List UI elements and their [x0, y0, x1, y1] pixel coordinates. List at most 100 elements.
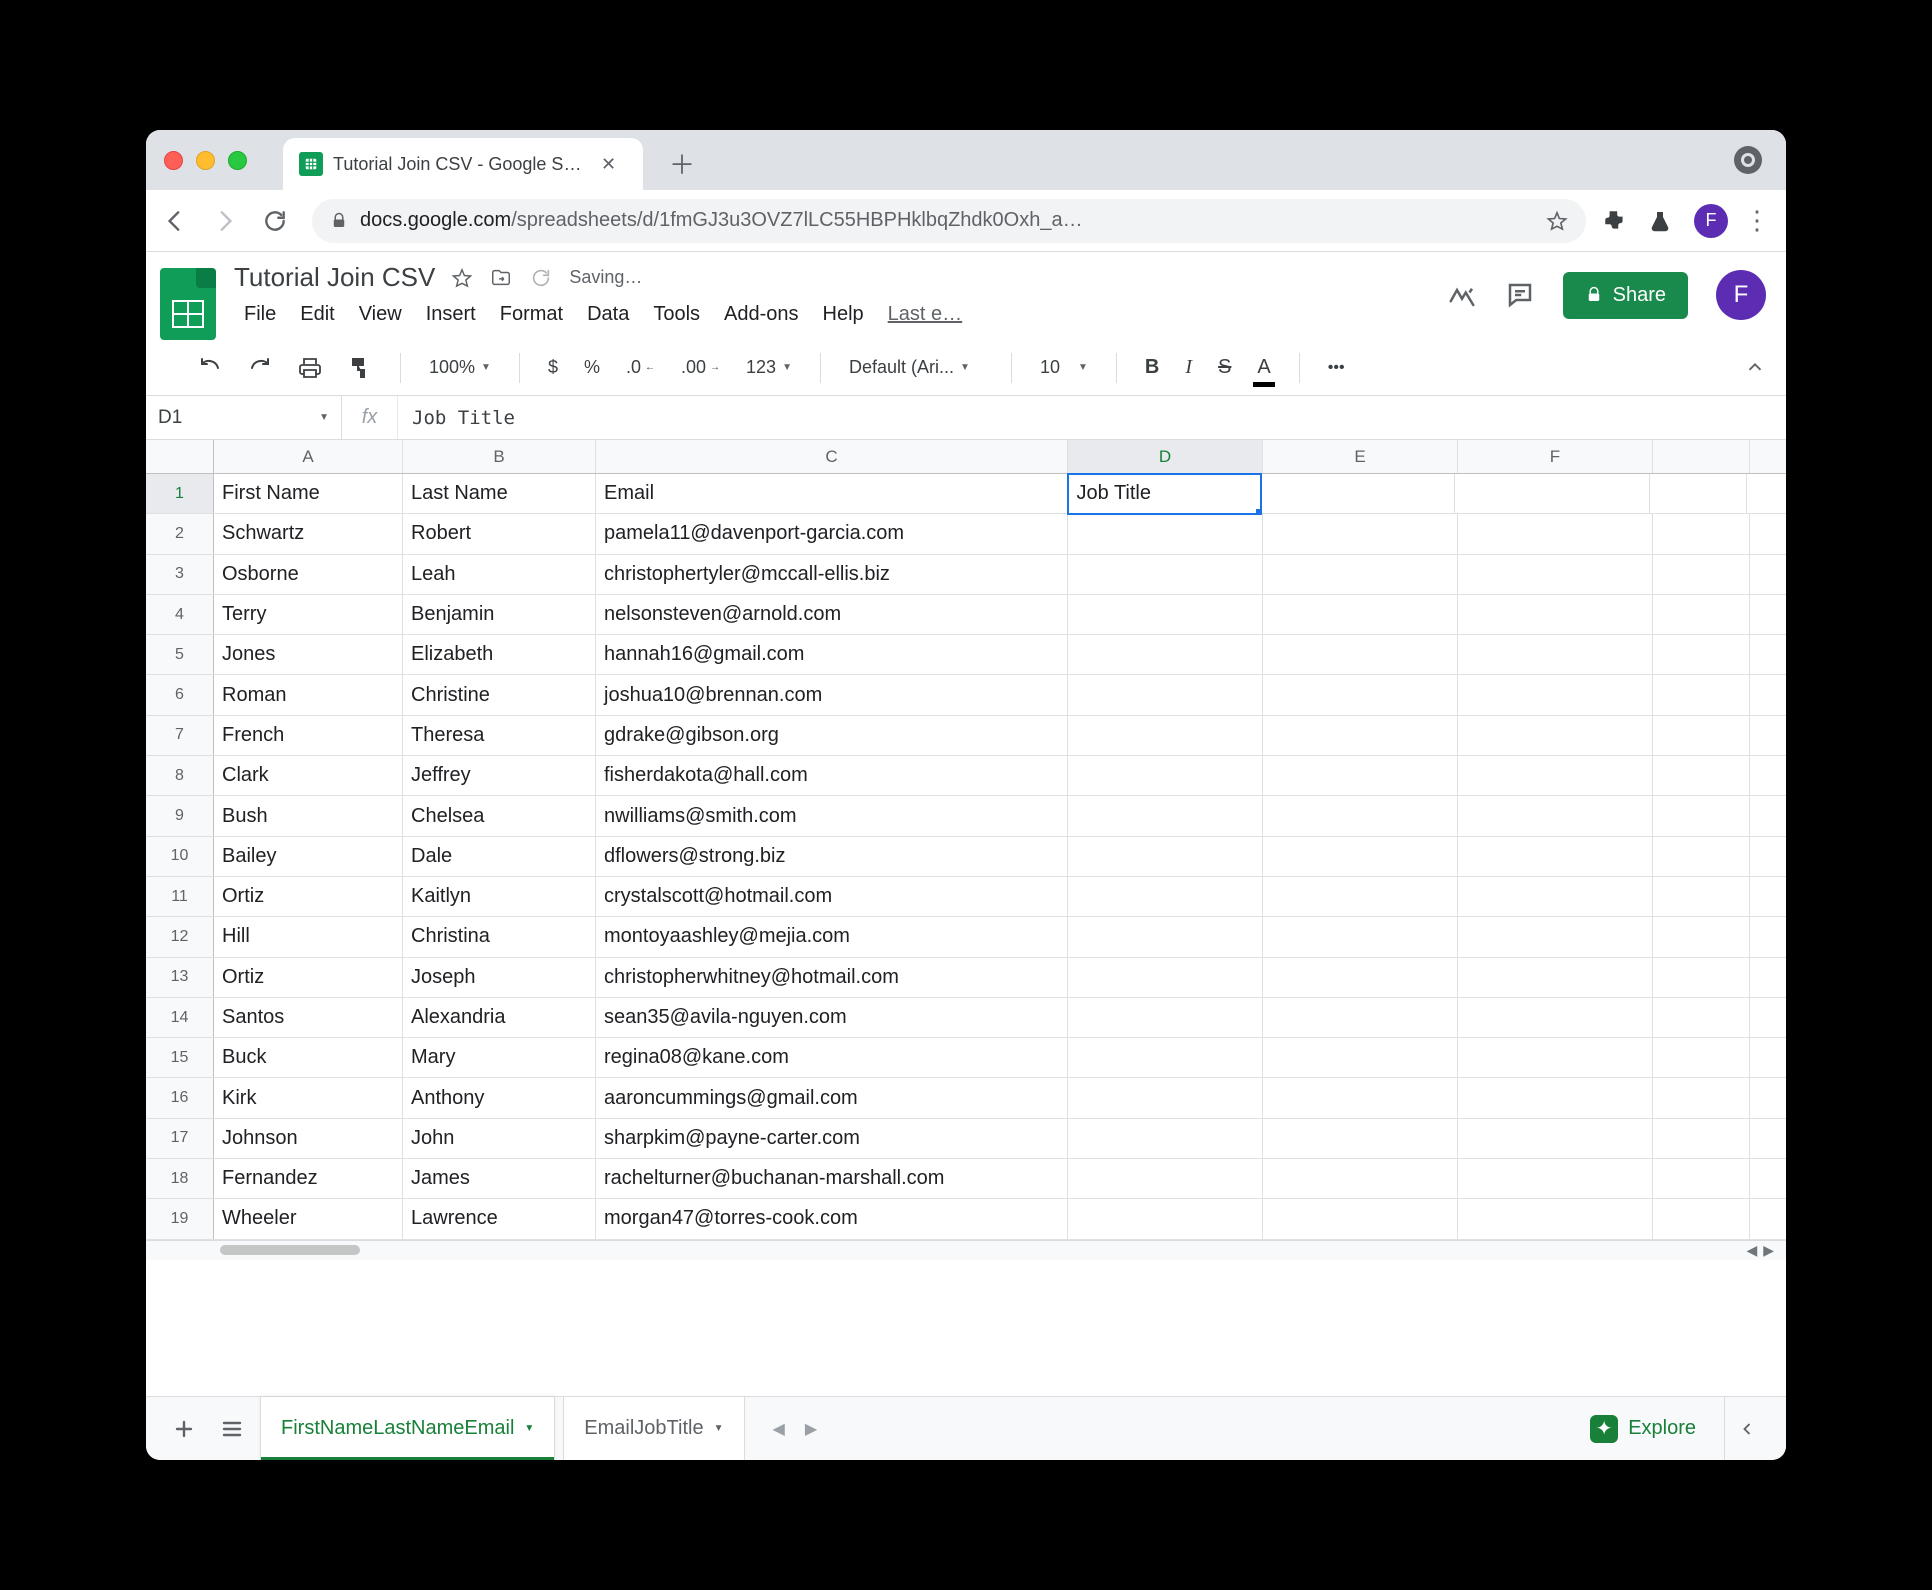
cell-B15[interactable]: Mary — [403, 1038, 596, 1077]
menu-view[interactable]: View — [349, 297, 412, 332]
cell-F17[interactable] — [1458, 1119, 1653, 1158]
format-currency-button[interactable]: $ — [540, 351, 566, 384]
chrome-menu-button[interactable]: ⋮ — [1744, 205, 1770, 236]
row-header[interactable]: 16 — [146, 1078, 214, 1117]
redo-button[interactable] — [240, 350, 280, 386]
cell-D10[interactable] — [1068, 837, 1263, 876]
cell-B1[interactable]: Last Name — [403, 474, 596, 513]
cell-B8[interactable]: Jeffrey — [403, 756, 596, 795]
cell-extra[interactable] — [1653, 514, 1750, 553]
col-header-E[interactable]: E — [1263, 440, 1458, 473]
cell-E15[interactable] — [1263, 1038, 1458, 1077]
cell-F10[interactable] — [1458, 837, 1653, 876]
labs-icon[interactable] — [1648, 209, 1678, 233]
font-family-select[interactable]: Default (Ari...▼ — [841, 351, 991, 384]
cell-F9[interactable] — [1458, 796, 1653, 835]
cell-E8[interactable] — [1263, 756, 1458, 795]
sheet-nav-left-icon[interactable]: ◀ — [773, 1419, 785, 1439]
cell-E5[interactable] — [1263, 635, 1458, 674]
cell-F11[interactable] — [1458, 877, 1653, 916]
back-button[interactable] — [162, 208, 196, 234]
cell-D14[interactable] — [1068, 998, 1263, 1037]
cell-extra[interactable] — [1653, 1119, 1750, 1158]
cell-E9[interactable] — [1263, 796, 1458, 835]
cell-D16[interactable] — [1068, 1078, 1263, 1117]
row-header[interactable]: 17 — [146, 1119, 214, 1158]
row-header[interactable]: 19 — [146, 1199, 214, 1238]
col-header-A[interactable]: A — [214, 440, 403, 473]
hscroll-left-icon[interactable]: ◀ — [1746, 1242, 1757, 1259]
cell-C1[interactable]: Email — [596, 474, 1068, 513]
cell-D7[interactable] — [1068, 716, 1263, 755]
cell-extra[interactable] — [1650, 474, 1747, 513]
new-tab-button[interactable]: ＋ — [663, 144, 701, 182]
italic-button[interactable]: I — [1177, 350, 1200, 385]
row-header[interactable]: 2 — [146, 514, 214, 553]
cell-extra[interactable] — [1653, 595, 1750, 634]
collapse-toolbar-button[interactable] — [1744, 357, 1766, 379]
cell-F14[interactable] — [1458, 998, 1653, 1037]
row-header[interactable]: 14 — [146, 998, 214, 1037]
col-header-B[interactable]: B — [403, 440, 596, 473]
cell-B9[interactable]: Chelsea — [403, 796, 596, 835]
sheet-nav-right-icon[interactable]: ▶ — [805, 1419, 817, 1439]
profile-indicator-icon[interactable] — [1734, 146, 1762, 174]
increase-decimal-button[interactable]: .00→ — [673, 351, 728, 384]
cell-E11[interactable] — [1263, 877, 1458, 916]
reload-button[interactable] — [262, 208, 296, 234]
share-button[interactable]: Share — [1563, 272, 1688, 319]
cell-C10[interactable]: dflowers@strong.biz — [596, 837, 1068, 876]
cell-A11[interactable]: Ortiz — [214, 877, 403, 916]
cell-C3[interactable]: christophertyler@mccall-ellis.biz — [596, 555, 1068, 594]
cell-E12[interactable] — [1263, 917, 1458, 956]
cell-C2[interactable]: pamela11@davenport-garcia.com — [596, 514, 1068, 553]
cell-E14[interactable] — [1263, 998, 1458, 1037]
cell-F7[interactable] — [1458, 716, 1653, 755]
browser-tab[interactable]: Tutorial Join CSV - Google She ✕ — [283, 138, 643, 190]
cell-C8[interactable]: fisherdakota@hall.com — [596, 756, 1068, 795]
row-header[interactable]: 13 — [146, 958, 214, 997]
cell-C7[interactable]: gdrake@gibson.org — [596, 716, 1068, 755]
cell-F13[interactable] — [1458, 958, 1653, 997]
cell-extra[interactable] — [1653, 1199, 1750, 1238]
row-header[interactable]: 18 — [146, 1159, 214, 1198]
cell-F19[interactable] — [1458, 1199, 1653, 1238]
cell-extra[interactable] — [1653, 1159, 1750, 1198]
cell-extra[interactable] — [1653, 998, 1750, 1037]
cell-B3[interactable]: Leah — [403, 555, 596, 594]
cell-D11[interactable] — [1068, 877, 1263, 916]
cell-F4[interactable] — [1458, 595, 1653, 634]
undo-button[interactable] — [190, 350, 230, 386]
browser-avatar[interactable]: F — [1694, 204, 1728, 238]
cell-D9[interactable] — [1068, 796, 1263, 835]
cell-F12[interactable] — [1458, 917, 1653, 956]
cell-E7[interactable] — [1263, 716, 1458, 755]
menu-addons[interactable]: Add-ons — [714, 297, 809, 332]
cell-D5[interactable] — [1068, 635, 1263, 674]
paint-format-button[interactable] — [340, 350, 380, 386]
row-header[interactable]: 8 — [146, 756, 214, 795]
cell-A3[interactable]: Osborne — [214, 555, 403, 594]
bookmark-star-icon[interactable] — [1546, 210, 1568, 232]
select-all-corner[interactable] — [146, 440, 214, 473]
sheet-tab-other[interactable]: EmailJobTitle▼ — [563, 1397, 744, 1460]
cell-extra[interactable] — [1653, 675, 1750, 714]
zoom-select[interactable]: 100%▼ — [421, 351, 499, 384]
cell-D13[interactable] — [1068, 958, 1263, 997]
account-avatar[interactable]: F — [1716, 270, 1766, 320]
add-sheet-button[interactable] — [164, 1409, 204, 1449]
cell-E2[interactable] — [1263, 514, 1458, 553]
cell-A18[interactable]: Fernandez — [214, 1159, 403, 1198]
cell-E13[interactable] — [1263, 958, 1458, 997]
cell-C4[interactable]: nelsonsteven@arnold.com — [596, 595, 1068, 634]
cell-D17[interactable] — [1068, 1119, 1263, 1158]
extensions-icon[interactable] — [1602, 208, 1632, 234]
horizontal-scrollbar[interactable]: ◀ ▶ — [146, 1240, 1786, 1260]
comments-icon[interactable] — [1505, 280, 1535, 310]
menu-format[interactable]: Format — [490, 297, 573, 332]
cell-E1[interactable] — [1260, 474, 1455, 513]
cell-F16[interactable] — [1458, 1078, 1653, 1117]
all-sheets-button[interactable] — [212, 1409, 252, 1449]
cell-C14[interactable]: sean35@avila-nguyen.com — [596, 998, 1068, 1037]
cell-B18[interactable]: James — [403, 1159, 596, 1198]
